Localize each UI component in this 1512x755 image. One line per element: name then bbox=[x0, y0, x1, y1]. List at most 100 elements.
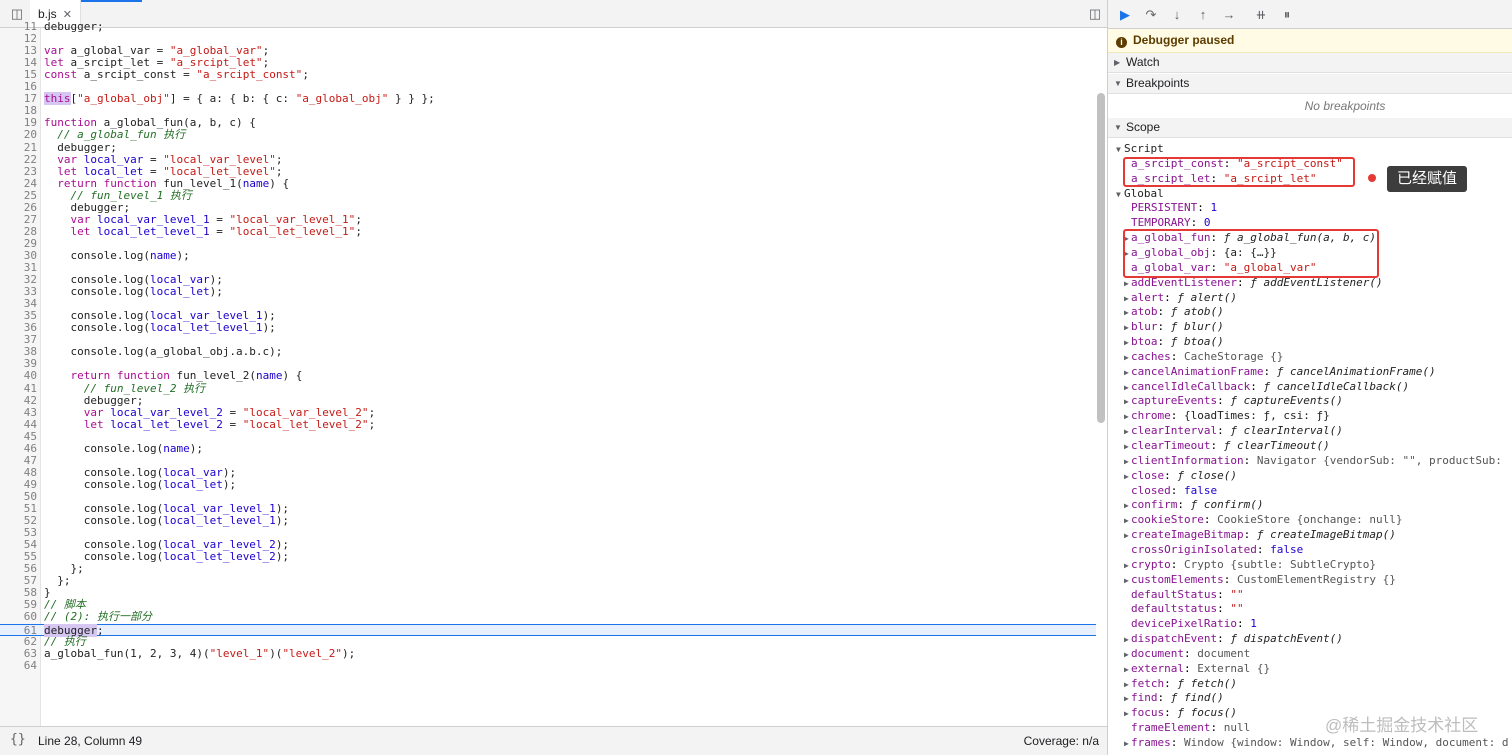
scope-property[interactable]: ▶ cookieStore: CookieStore {onchange: nul… bbox=[1108, 512, 1512, 527]
code-line[interactable]: 52 console.log(local_let_level_1); bbox=[0, 515, 1096, 527]
scope-property[interactable]: ▶ document: document bbox=[1108, 646, 1512, 661]
scope-property[interactable]: ▶ frames: Window {window: Window, self: W… bbox=[1108, 735, 1512, 750]
scope-property[interactable]: ▶ customElements: CustomElementRegistry {… bbox=[1108, 572, 1512, 587]
resume-icon[interactable]: ▶ bbox=[1116, 6, 1134, 24]
code-line[interactable]: 64 bbox=[0, 659, 1096, 672]
pretty-print-button[interactable]: {} bbox=[10, 732, 26, 747]
line-number[interactable]: 46 bbox=[0, 442, 37, 455]
code-line[interactable]: 41 // fun_level_2 执行 bbox=[0, 382, 1096, 395]
code-line[interactable]: 28 let local_let_level_1 = "local_let_le… bbox=[0, 225, 1096, 238]
collapsed-triangle-icon[interactable]: ▶ bbox=[1124, 573, 1129, 588]
collapsed-triangle-icon[interactable]: ▶ bbox=[1124, 647, 1129, 662]
line-number[interactable]: 27 bbox=[0, 213, 37, 226]
collapsed-triangle-icon[interactable]: ▶ bbox=[1124, 662, 1129, 677]
collapsed-triangle-icon[interactable]: ▶ bbox=[1124, 350, 1129, 365]
line-number[interactable]: 24 bbox=[0, 177, 37, 190]
code-line[interactable]: 11 debugger; bbox=[0, 21, 1096, 33]
line-number[interactable]: 41 bbox=[0, 382, 37, 395]
collapsed-triangle-icon[interactable]: ▶ bbox=[1124, 424, 1129, 439]
line-number[interactable]: 45 bbox=[0, 430, 37, 443]
breakpoints-section-header[interactable]: ▼ Breakpoints bbox=[1108, 74, 1512, 94]
collapsed-triangle-icon[interactable]: ▶ bbox=[1124, 677, 1129, 692]
scope-property[interactable]: ▶ confirm: ƒ confirm() bbox=[1108, 497, 1512, 512]
collapsed-triangle-icon[interactable]: ▶ bbox=[1124, 291, 1129, 306]
line-number[interactable]: 47 bbox=[0, 454, 37, 467]
line-number[interactable]: 21 bbox=[0, 141, 37, 154]
line-number[interactable]: 42 bbox=[0, 394, 37, 407]
code-area[interactable]: 11 debugger; 12 13 var a_global_var = "a_glo… bbox=[0, 18, 1096, 726]
collapsed-triangle-icon[interactable]: ▶ bbox=[1124, 632, 1129, 647]
step-into-icon[interactable]: ↓ bbox=[1168, 6, 1186, 24]
collapsed-triangle-icon[interactable]: ▶ bbox=[1124, 439, 1129, 454]
code-line[interactable]: 44 let local_let_level_2 = "local_let_le… bbox=[0, 418, 1096, 431]
line-number[interactable]: 26 bbox=[0, 201, 37, 214]
code-line[interactable]: 30 console.log(name); bbox=[0, 249, 1096, 262]
scope-property[interactable]: ▶ cancelAnimationFrame: ƒ cancelAnimation… bbox=[1108, 364, 1512, 379]
code-line[interactable]: 58} bbox=[0, 587, 1096, 599]
scope-property[interactable]: ▶ external: External {} bbox=[1108, 661, 1512, 676]
code-line[interactable]: 49 console.log(local_let); bbox=[0, 478, 1096, 491]
code-line[interactable]: 23 let local_let = "local_let_level"; bbox=[0, 165, 1096, 178]
line-number[interactable]: 60 bbox=[0, 611, 37, 623]
collapsed-triangle-icon[interactable]: ▶ bbox=[1124, 365, 1129, 380]
line-number[interactable]: 62 bbox=[0, 635, 37, 648]
collapsed-triangle-icon[interactable]: ▶ bbox=[1124, 335, 1129, 350]
scope-section-header[interactable]: ▼ Scope bbox=[1108, 118, 1512, 138]
code-line[interactable]: 57 }; bbox=[0, 575, 1096, 587]
code-line[interactable]: 46 console.log(name); bbox=[0, 442, 1096, 455]
scope-property[interactable]: ▶ btoa: ƒ btoa() bbox=[1108, 334, 1512, 349]
collapsed-triangle-icon[interactable]: ▶ bbox=[1124, 513, 1129, 528]
scope-property[interactable]: ▶ fetch: ƒ fetch() bbox=[1108, 676, 1512, 691]
scope-property[interactable]: ▶ clientInformation: Navigator {vendorSub… bbox=[1108, 453, 1512, 468]
code-line[interactable]: 33 console.log(local_let); bbox=[0, 286, 1096, 298]
scope-group-script[interactable]: ▼ Script bbox=[1108, 141, 1512, 156]
line-number[interactable]: 43 bbox=[0, 406, 37, 419]
code-line[interactable]: 63 a_global_fun(1, 2, 3, 4)("level_1")("l… bbox=[0, 647, 1096, 660]
scope-property[interactable]: ▶ alert: ƒ alert() bbox=[1108, 290, 1512, 305]
collapsed-triangle-icon[interactable]: ▶ bbox=[1124, 409, 1129, 424]
code-line[interactable]: 62 // 执行 bbox=[0, 635, 1096, 648]
scope-property[interactable]: ▶ find: ƒ find() bbox=[1108, 690, 1512, 705]
editor-scrollbar[interactable] bbox=[1097, 93, 1105, 423]
step-over-icon[interactable]: ↷ bbox=[1142, 6, 1160, 24]
step-icon[interactable]: → bbox=[1220, 6, 1238, 24]
code-line[interactable]: 20 // a_global_fun 执行 bbox=[0, 129, 1096, 141]
line-number[interactable]: 22 bbox=[0, 153, 37, 166]
code-line[interactable]: 61 debugger; bbox=[0, 623, 1096, 637]
scope-property[interactable]: ▶ crypto: Crypto {subtle: SubtleCrypto} bbox=[1108, 557, 1512, 572]
collapsed-triangle-icon[interactable]: ▶ bbox=[1124, 380, 1129, 395]
scope-property[interactable]: ▶ captureEvents: ƒ captureEvents() bbox=[1108, 393, 1512, 408]
collapsed-triangle-icon[interactable]: ▶ bbox=[1124, 394, 1129, 409]
line-number[interactable]: 40 bbox=[0, 370, 37, 382]
pause-on-exceptions-icon[interactable]: ⏸ bbox=[1278, 6, 1296, 24]
watch-section-header[interactable]: ▶ Watch bbox=[1108, 53, 1512, 73]
collapsed-triangle-icon[interactable]: ▶ bbox=[1124, 320, 1129, 335]
scope-property[interactable]: ▶ dispatchEvent: ƒ dispatchEvent() bbox=[1108, 631, 1512, 646]
scope-property[interactable]: ▶ caches: CacheStorage {} bbox=[1108, 349, 1512, 364]
line-number[interactable]: 64 bbox=[0, 659, 37, 672]
scope-property[interactable]: ▶ createImageBitmap: ƒ createImageBitmap(… bbox=[1108, 527, 1512, 542]
code-line[interactable]: 56 }; bbox=[0, 563, 1096, 575]
collapsed-triangle-icon[interactable]: ▶ bbox=[1124, 528, 1129, 543]
scope-property[interactable]: ▶ clearInterval: ƒ clearInterval() bbox=[1108, 423, 1512, 438]
scope-property[interactable]: ▶ blur: ƒ blur() bbox=[1108, 319, 1512, 334]
code-line[interactable]: 60 // (2): 执行一部分 bbox=[0, 611, 1096, 623]
collapsed-triangle-icon[interactable]: ▶ bbox=[1124, 558, 1129, 573]
code-line[interactable]: 36 console.log(local_let_level_1); bbox=[0, 322, 1096, 334]
deactivate-breakpoints-icon[interactable]: ⧺ bbox=[1252, 6, 1270, 24]
line-number[interactable]: 25 bbox=[0, 189, 37, 202]
code-line[interactable]: 15 const a_srcipt_const = "a_srcipt_const… bbox=[0, 69, 1096, 81]
collapsed-triangle-icon[interactable]: ▶ bbox=[1124, 498, 1129, 513]
code-line[interactable]: 17 this["a_global_obj"] = { a: { b: { c: … bbox=[0, 92, 1096, 106]
scope-property[interactable]: ▶ close: ƒ close() bbox=[1108, 468, 1512, 483]
collapsed-triangle-icon[interactable]: ▶ bbox=[1124, 469, 1129, 484]
scope-property[interactable]: ▶ clearTimeout: ƒ clearTimeout() bbox=[1108, 438, 1512, 453]
line-number[interactable]: 23 bbox=[0, 165, 37, 178]
scope-property[interactable]: ▶ chrome: {loadTimes: ƒ, csi: ƒ} bbox=[1108, 408, 1512, 423]
code-line[interactable]: 38 console.log(a_global_obj.a.b.c); bbox=[0, 346, 1096, 358]
line-number[interactable]: 63 bbox=[0, 647, 37, 660]
collapsed-triangle-icon[interactable]: ▶ bbox=[1124, 706, 1129, 721]
collapsed-triangle-icon[interactable]: ▶ bbox=[1124, 736, 1129, 751]
code-line[interactable]: 55 console.log(local_let_level_2); bbox=[0, 551, 1096, 563]
scope-property[interactable]: ▶ cancelIdleCallback: ƒ cancelIdleCallbac… bbox=[1108, 379, 1512, 394]
